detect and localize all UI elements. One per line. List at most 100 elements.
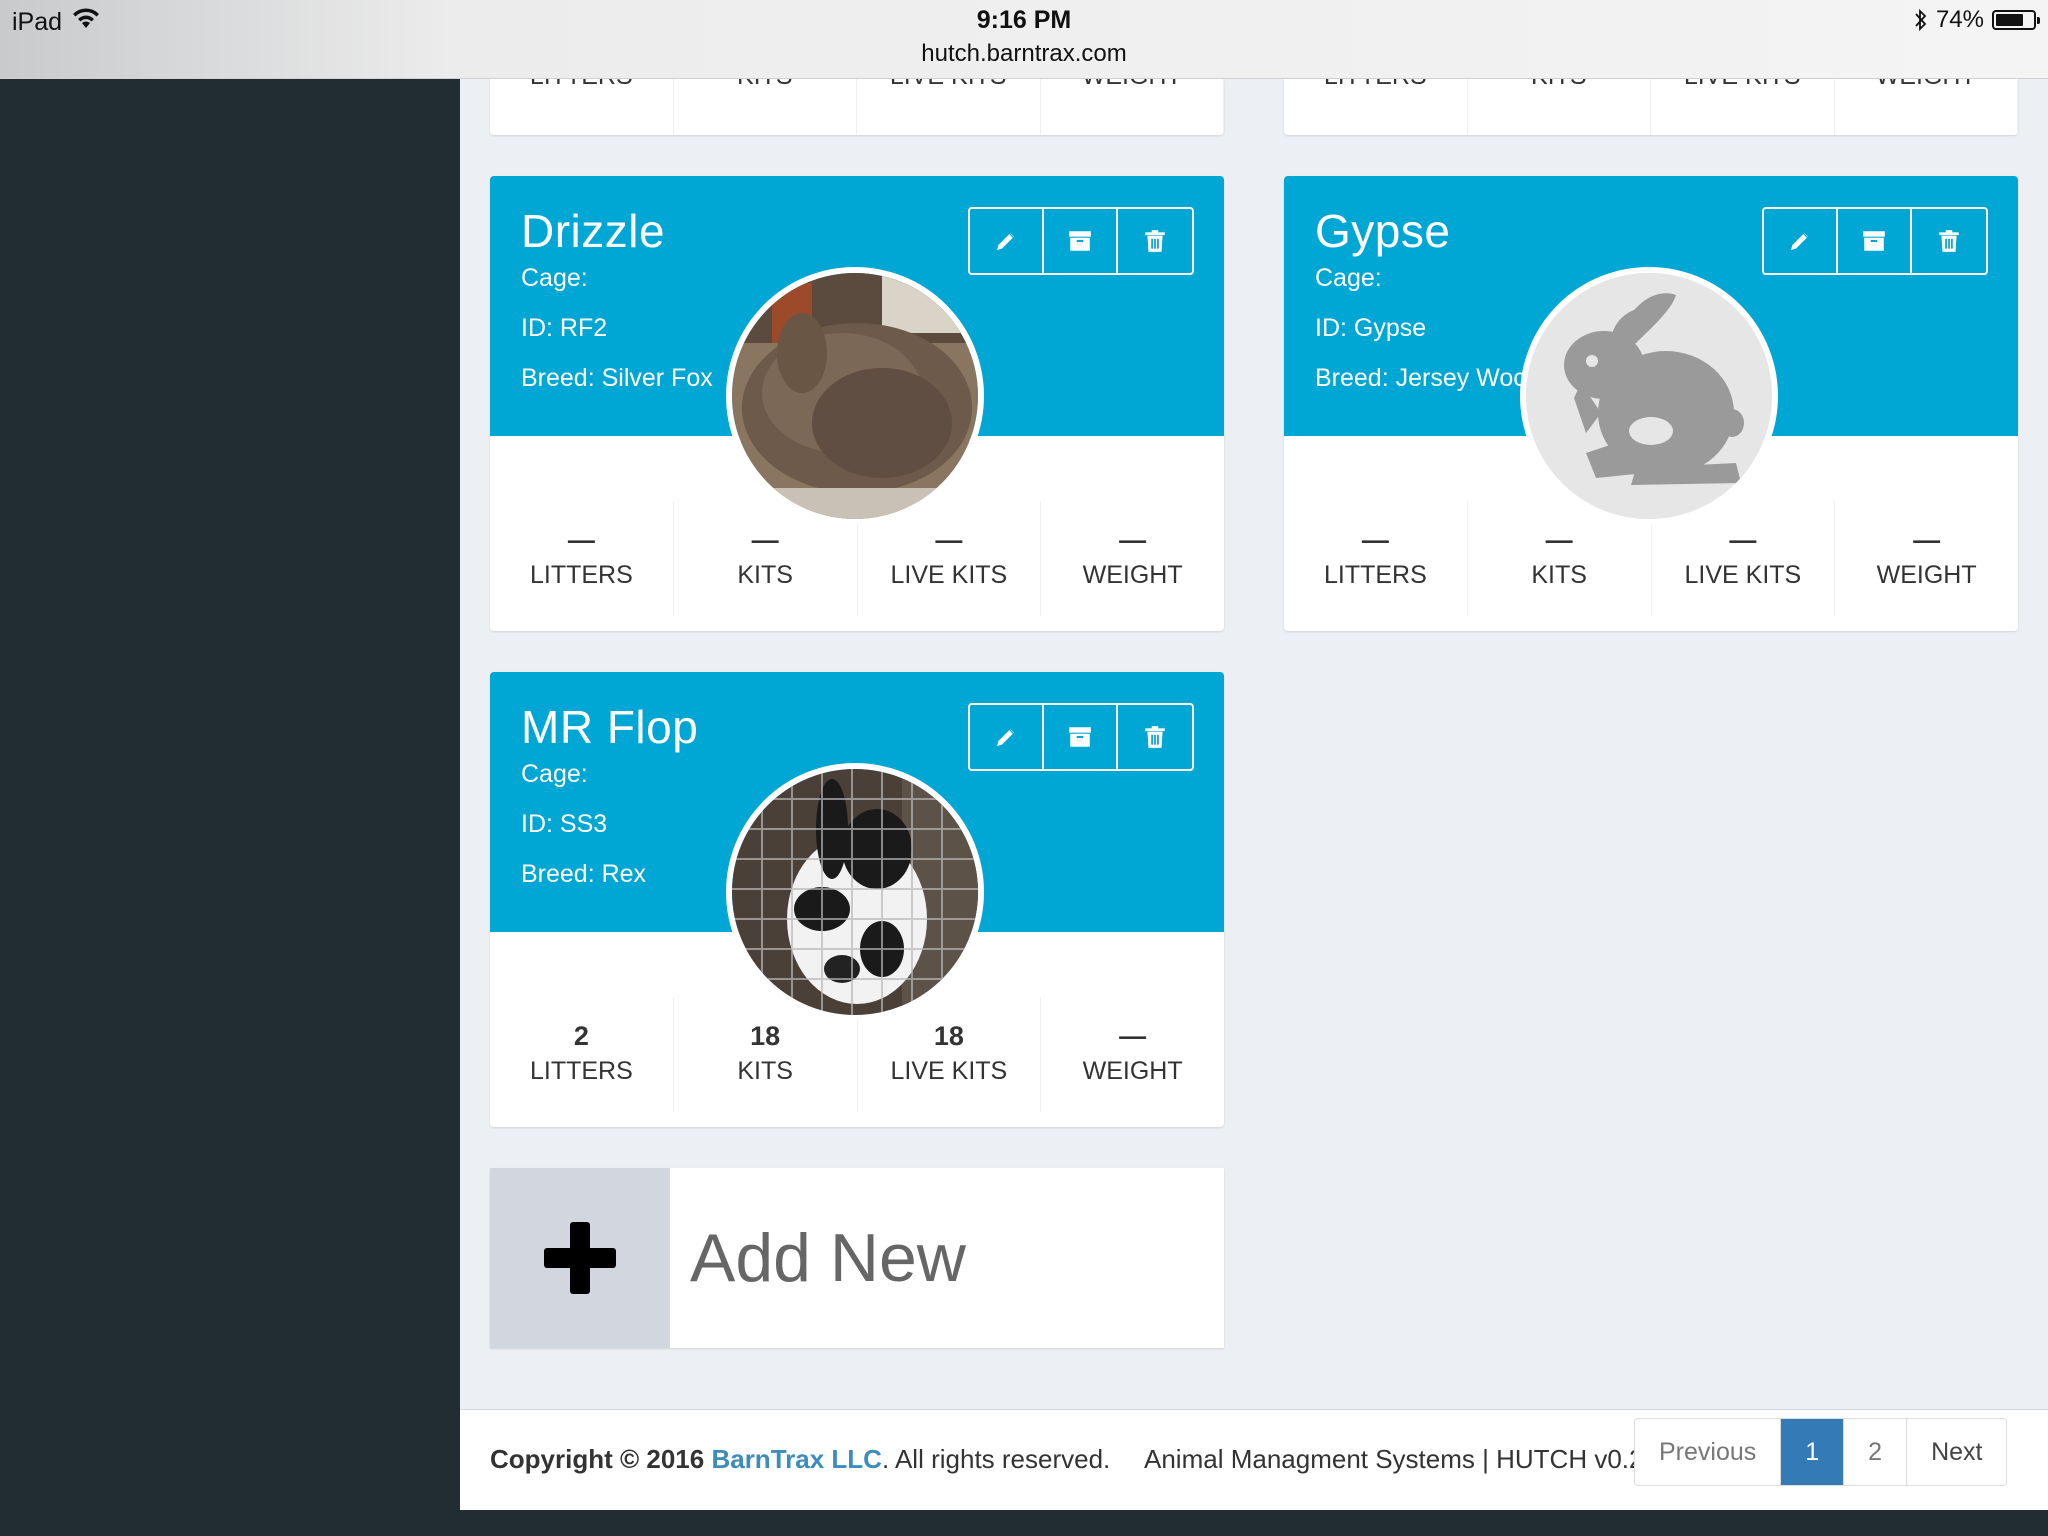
stat-label: LITTERS [1284,79,1467,91]
rabbit-cage: Cage: [521,760,588,788]
live-kits-value: — [935,525,963,555]
bluetooth-icon [1915,8,1927,32]
rabbit-breed: Breed: Rex [521,860,647,888]
partial-card-stats-right: LITTERS KITS LIVE KITS WEIGHT [1284,79,2018,135]
live-kits-label: LIVE KITS [1684,561,1802,589]
card-actions [968,207,1194,275]
copyright-suffix: . All rights reserved. [881,1444,1111,1474]
rabbit-id: ID: RF2 [521,314,608,342]
litters-label: LITTERS [1323,561,1427,589]
stat-label: LIVE KITS [857,79,1040,91]
weight-value: — [1119,1021,1147,1051]
delete-button[interactable] [1912,209,1986,273]
archive-button[interactable] [1044,705,1118,769]
live-kits-value: — [1729,525,1757,555]
rabbit-cage: Cage: [1315,264,1382,292]
rabbit-card-drizzle: Drizzle Cage: ID: RF2 Breed: Silver Fox [490,176,1224,631]
rabbit-photo-drizzle [726,267,984,525]
litters-value: — [567,525,595,555]
live-kits-value: 18 [933,1021,964,1051]
weight-value: — [1119,525,1147,555]
add-new-icon-box [490,1168,670,1348]
rabbit-id: ID: SS3 [521,810,608,838]
sidebar [0,79,460,1536]
card-actions [968,703,1194,771]
litters-value: 2 [573,1021,589,1051]
trash-icon [1939,230,1959,252]
archive-icon [1863,231,1885,251]
rabbit-breed: Breed: Silver Fox [521,364,713,392]
kits-value: — [751,525,779,555]
edit-button[interactable] [970,705,1044,769]
archive-icon [1069,231,1091,251]
rabbit-name: Gypse [1315,205,1451,257]
ios-status-bar: iPad 9:16 PM hutch.barntrax.com 74% [0,0,2048,79]
stat-label: LITTERS [490,79,673,91]
trash-icon [1145,230,1165,252]
archive-button[interactable] [1838,209,1912,273]
footer: Copyright © 2016 BarnTrax LLC. All right… [460,1409,2048,1510]
stat-label: LIVE KITS [1651,79,1834,91]
weight-label: WEIGHT [1082,1057,1183,1085]
main-content: LITTERS KITS LIVE KITS WEIGHT LITTERS KI… [460,79,2048,1409]
rabbit-photo-gypse [1520,267,1778,525]
weight-value: — [1913,525,1941,555]
rabbit-card-gypse: Gypse Cage: ID: Gypse Breed: Jersey Woc [1284,176,2018,631]
kits-value: — [1545,525,1573,555]
archive-button[interactable] [1044,209,1118,273]
rabbit-name: Drizzle [521,205,666,257]
stat-label: KITS [674,79,857,91]
copyright: Copyright © 2016 BarnTrax LLC. All right… [490,1444,1110,1475]
system-version: Animal Managment Systems | HUTCH v0.2 [1144,1444,1644,1474]
battery-percent: 74% [1935,6,1984,33]
rabbit-breed: Breed: Jersey Woc [1315,364,1526,392]
brand-link[interactable]: BarnTrax LLC [711,1444,882,1474]
bottom-strip [0,1510,2048,1536]
rabbit-cage: Cage: [521,264,588,292]
clock: 9:16 PM [976,6,1072,34]
litters-label: LITTERS [529,561,633,589]
kits-label: KITS [737,561,793,589]
pencil-icon [995,727,1016,748]
card-actions [1762,207,1988,275]
pagination-next[interactable]: Next [1907,1419,2007,1485]
delete-button[interactable] [1118,209,1192,273]
kits-value: 18 [750,1021,781,1051]
address-bar-url[interactable]: hutch.barntrax.com [0,40,2048,68]
live-kits-label: LIVE KITS [890,561,1008,589]
kits-label: KITS [1531,561,1587,589]
pencil-icon [995,231,1016,252]
copyright-prefix: Copyright © 2016 [490,1444,705,1474]
kits-label: KITS [737,1057,793,1085]
delete-button[interactable] [1118,705,1192,769]
add-new-label: Add New [690,1220,966,1296]
litters-value: — [1361,525,1389,555]
partial-card-stats-left: LITTERS KITS LIVE KITS WEIGHT [490,79,1224,135]
pagination-page-1[interactable]: 1 [1781,1419,1845,1485]
pagination: Previous 1 2 Next [1634,1418,2008,1486]
archive-icon [1069,727,1091,747]
trash-icon [1145,726,1165,748]
edit-button[interactable] [1764,209,1838,273]
stat-label: KITS [1468,79,1651,91]
edit-button[interactable] [970,209,1044,273]
black-white-rabbit-photo [732,769,978,1015]
pencil-icon [1789,231,1810,252]
live-kits-label: LIVE KITS [890,1057,1008,1085]
rabbit-card-mr-flop: MR Flop Cage: ID: SS3 Breed: Rex 2 LITTE… [490,672,1224,1127]
stat-label: WEIGHT [1835,79,2018,91]
litters-label: LITTERS [529,1057,633,1085]
weight-label: WEIGHT [1082,561,1183,589]
weight-label: WEIGHT [1876,561,1977,589]
pagination-previous[interactable]: Previous [1635,1419,1782,1485]
pagination-page-2[interactable]: 2 [1844,1419,1908,1485]
plus-icon [544,1222,616,1294]
brown-rabbit-photo [732,273,978,519]
battery-icon [1992,10,2040,30]
rabbit-id: ID: Gypse [1315,314,1427,342]
rabbit-photo-mr-flop [726,763,984,1021]
rabbit-name: MR Flop [521,701,699,753]
add-new-button[interactable]: Add New [490,1168,1224,1348]
rabbit-silhouette-icon [1526,273,1772,519]
stat-label: WEIGHT [1041,79,1224,91]
